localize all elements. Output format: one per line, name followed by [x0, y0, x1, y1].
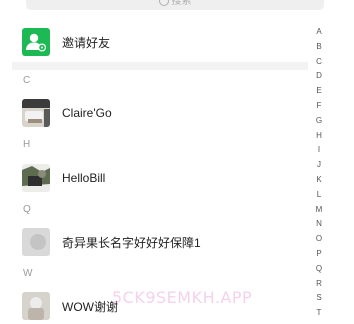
index-letter[interactable]: K	[316, 173, 321, 188]
invite-friends-label: 邀请好友	[62, 35, 111, 50]
contact-name: 奇异果长名字好好好保障1	[62, 235, 201, 250]
section-header-h: H	[12, 134, 308, 156]
alphabet-index-bar[interactable]: ABCDEFGHIJKLMNOPQRST	[312, 25, 326, 321]
contact-name: HelloBill	[62, 171, 106, 185]
index-letter[interactable]: H	[316, 129, 322, 144]
index-letter[interactable]: M	[316, 203, 323, 218]
index-letter[interactable]: L	[317, 188, 321, 203]
contact-row[interactable]: 奇异果长名字好好好保障1	[12, 224, 308, 260]
index-letter[interactable]: O	[316, 232, 322, 247]
contact-avatar	[22, 292, 50, 320]
index-letter[interactable]: J	[317, 158, 321, 173]
add-friend-icon	[22, 28, 50, 56]
section-header-w: W	[12, 263, 308, 285]
contact-row[interactable]: HelloBill	[12, 160, 308, 196]
contact-avatar	[22, 228, 50, 256]
index-letter[interactable]: C	[316, 55, 322, 70]
index-letter[interactable]: T	[317, 306, 322, 321]
contact-name: WOW谢谢	[62, 299, 118, 314]
index-letter[interactable]: A	[316, 25, 321, 40]
contact-avatar	[22, 99, 50, 127]
section-header-q: Q	[12, 199, 308, 221]
index-letter[interactable]: Q	[316, 262, 322, 277]
contact-avatar	[22, 164, 50, 192]
search-input[interactable]: 搜索	[26, 0, 324, 10]
contact-row[interactable]: Claire'Go	[12, 95, 308, 131]
index-letter[interactable]: N	[316, 217, 322, 232]
section-divider	[12, 62, 308, 70]
index-letter[interactable]: E	[316, 84, 321, 99]
index-letter[interactable]: B	[316, 40, 321, 55]
index-letter[interactable]: F	[317, 99, 322, 114]
index-letter[interactable]: R	[316, 277, 322, 292]
index-letter[interactable]: D	[316, 69, 322, 84]
index-letter[interactable]: I	[318, 143, 320, 158]
index-letter[interactable]: S	[316, 291, 321, 306]
search-bar: 搜索	[0, 0, 354, 14]
search-placeholder: 搜索	[171, 0, 192, 7]
index-letter[interactable]: G	[316, 114, 322, 129]
section-header-c: C	[12, 70, 308, 92]
index-letter[interactable]: P	[316, 247, 321, 262]
search-icon	[158, 0, 169, 6]
invite-friends-row[interactable]: 邀请好友	[12, 24, 308, 60]
watermark: 5CK9SEMKH.APP	[112, 288, 253, 307]
contact-name: Claire'Go	[62, 106, 112, 120]
